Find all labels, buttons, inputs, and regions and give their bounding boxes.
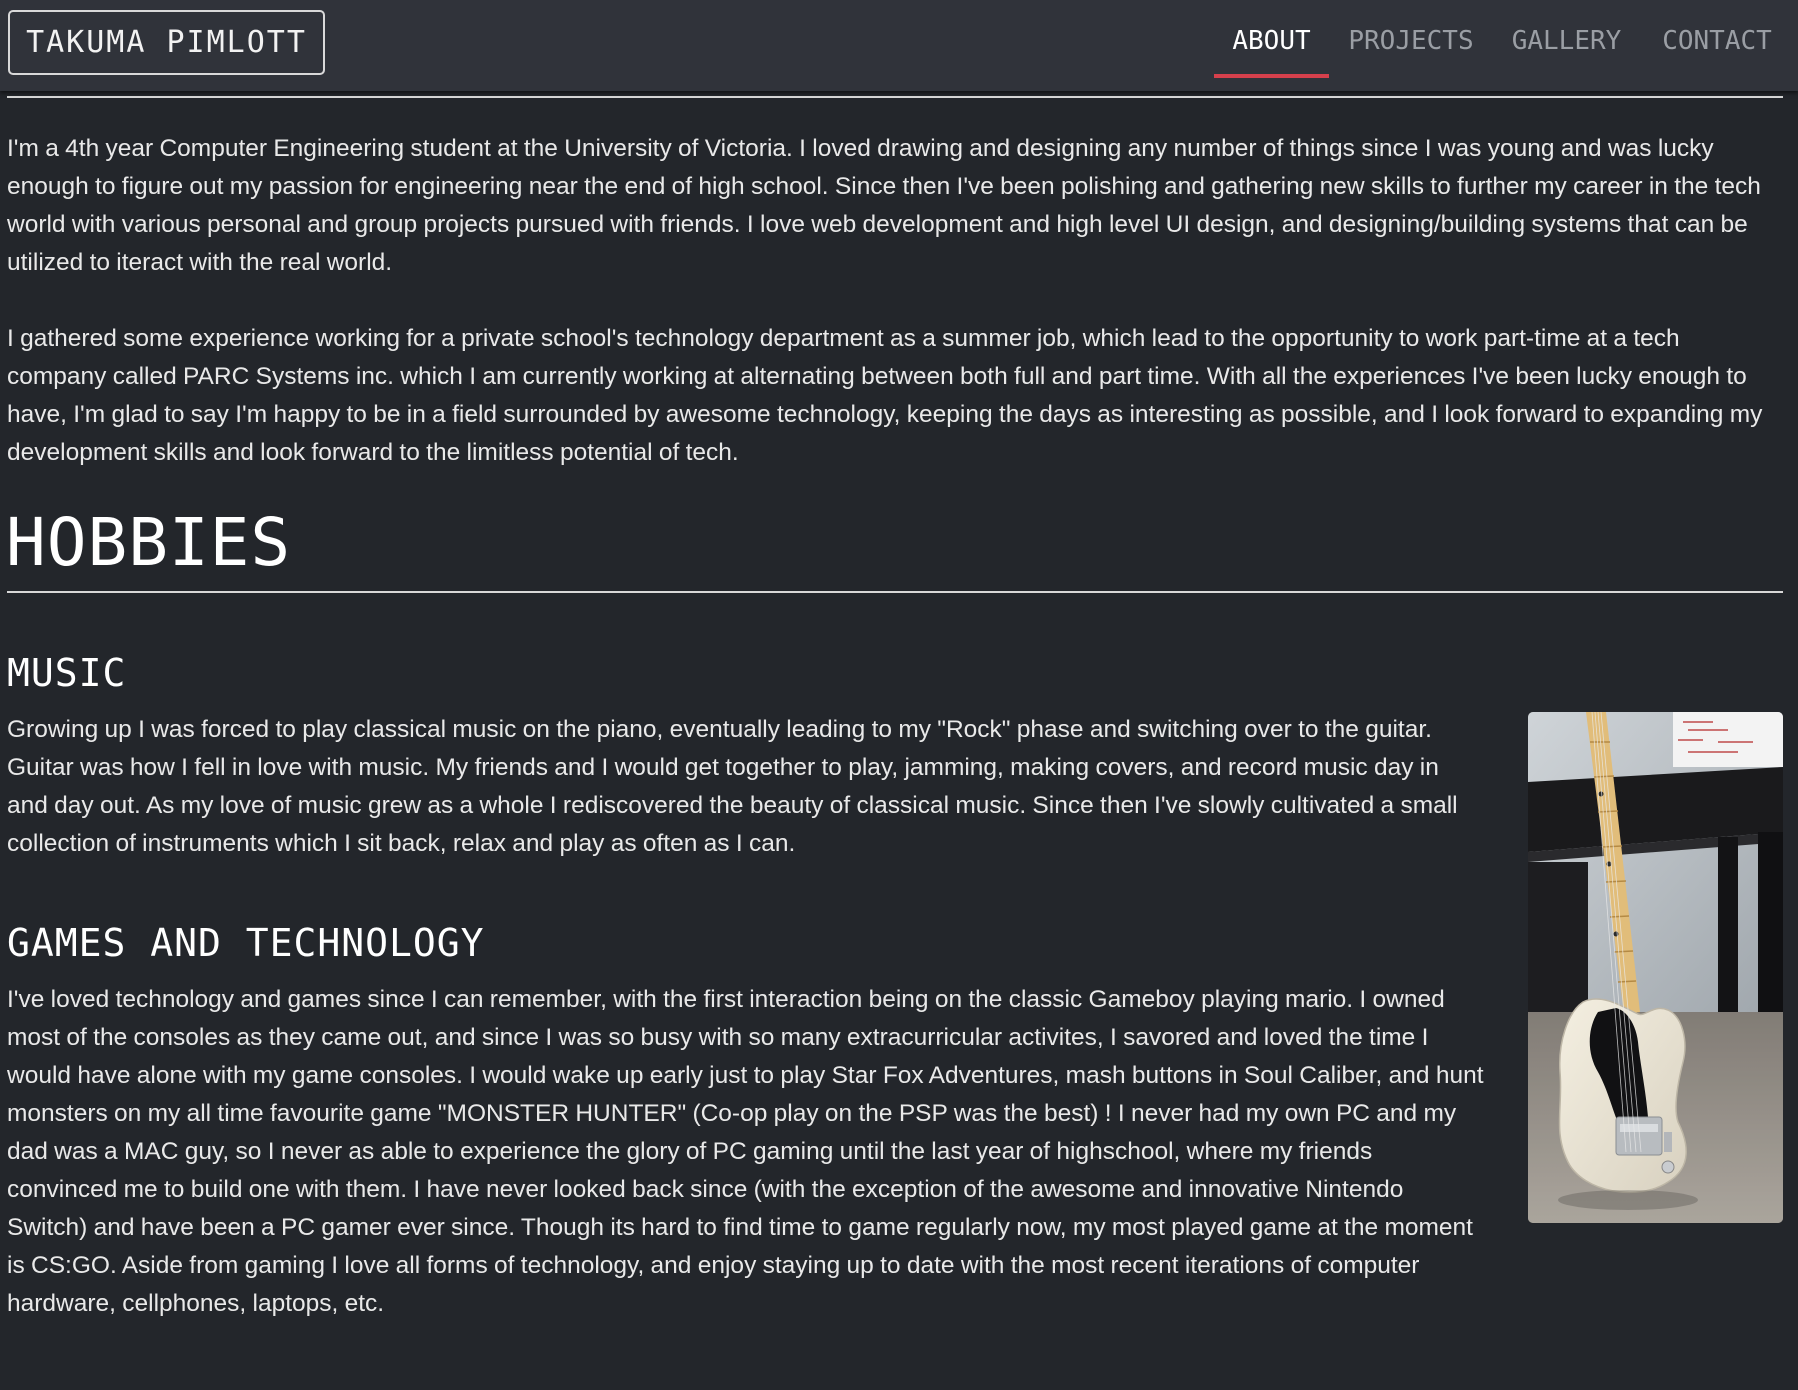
- section-divider: [7, 96, 1783, 98]
- brand-logo-link[interactable]: TAKUMA PIMLOTT: [8, 10, 325, 75]
- games-technology-paragraph: I've loved technology and games since I …: [7, 986, 1484, 1317]
- about-paragraph-1: I'm a 4th year Computer Engineering stud…: [7, 135, 1761, 276]
- nav-item-contact[interactable]: CONTACT: [1648, 0, 1786, 78]
- games-technology-heading: GAMES AND TECHNOLOGY: [7, 921, 485, 965]
- about-paragraph-2: I gathered some experience working for a…: [7, 325, 1763, 466]
- music-heading: MUSIC: [7, 651, 127, 695]
- hobbies-heading: HOBBIES: [6, 504, 292, 581]
- nav-item-gallery[interactable]: GALLERY: [1500, 0, 1633, 78]
- nav-item-projects[interactable]: PROJECTS: [1336, 0, 1486, 78]
- music-paragraph: Growing up I was forced to play classica…: [7, 716, 1458, 857]
- guitar-photo: [1528, 712, 1783, 1223]
- nav-item-about[interactable]: ABOUT: [1214, 0, 1329, 78]
- hobbies-divider: [7, 591, 1783, 593]
- navbar: TAKUMA PIMLOTT ABOUT PROJECTS GALLERY CO…: [0, 0, 1798, 91]
